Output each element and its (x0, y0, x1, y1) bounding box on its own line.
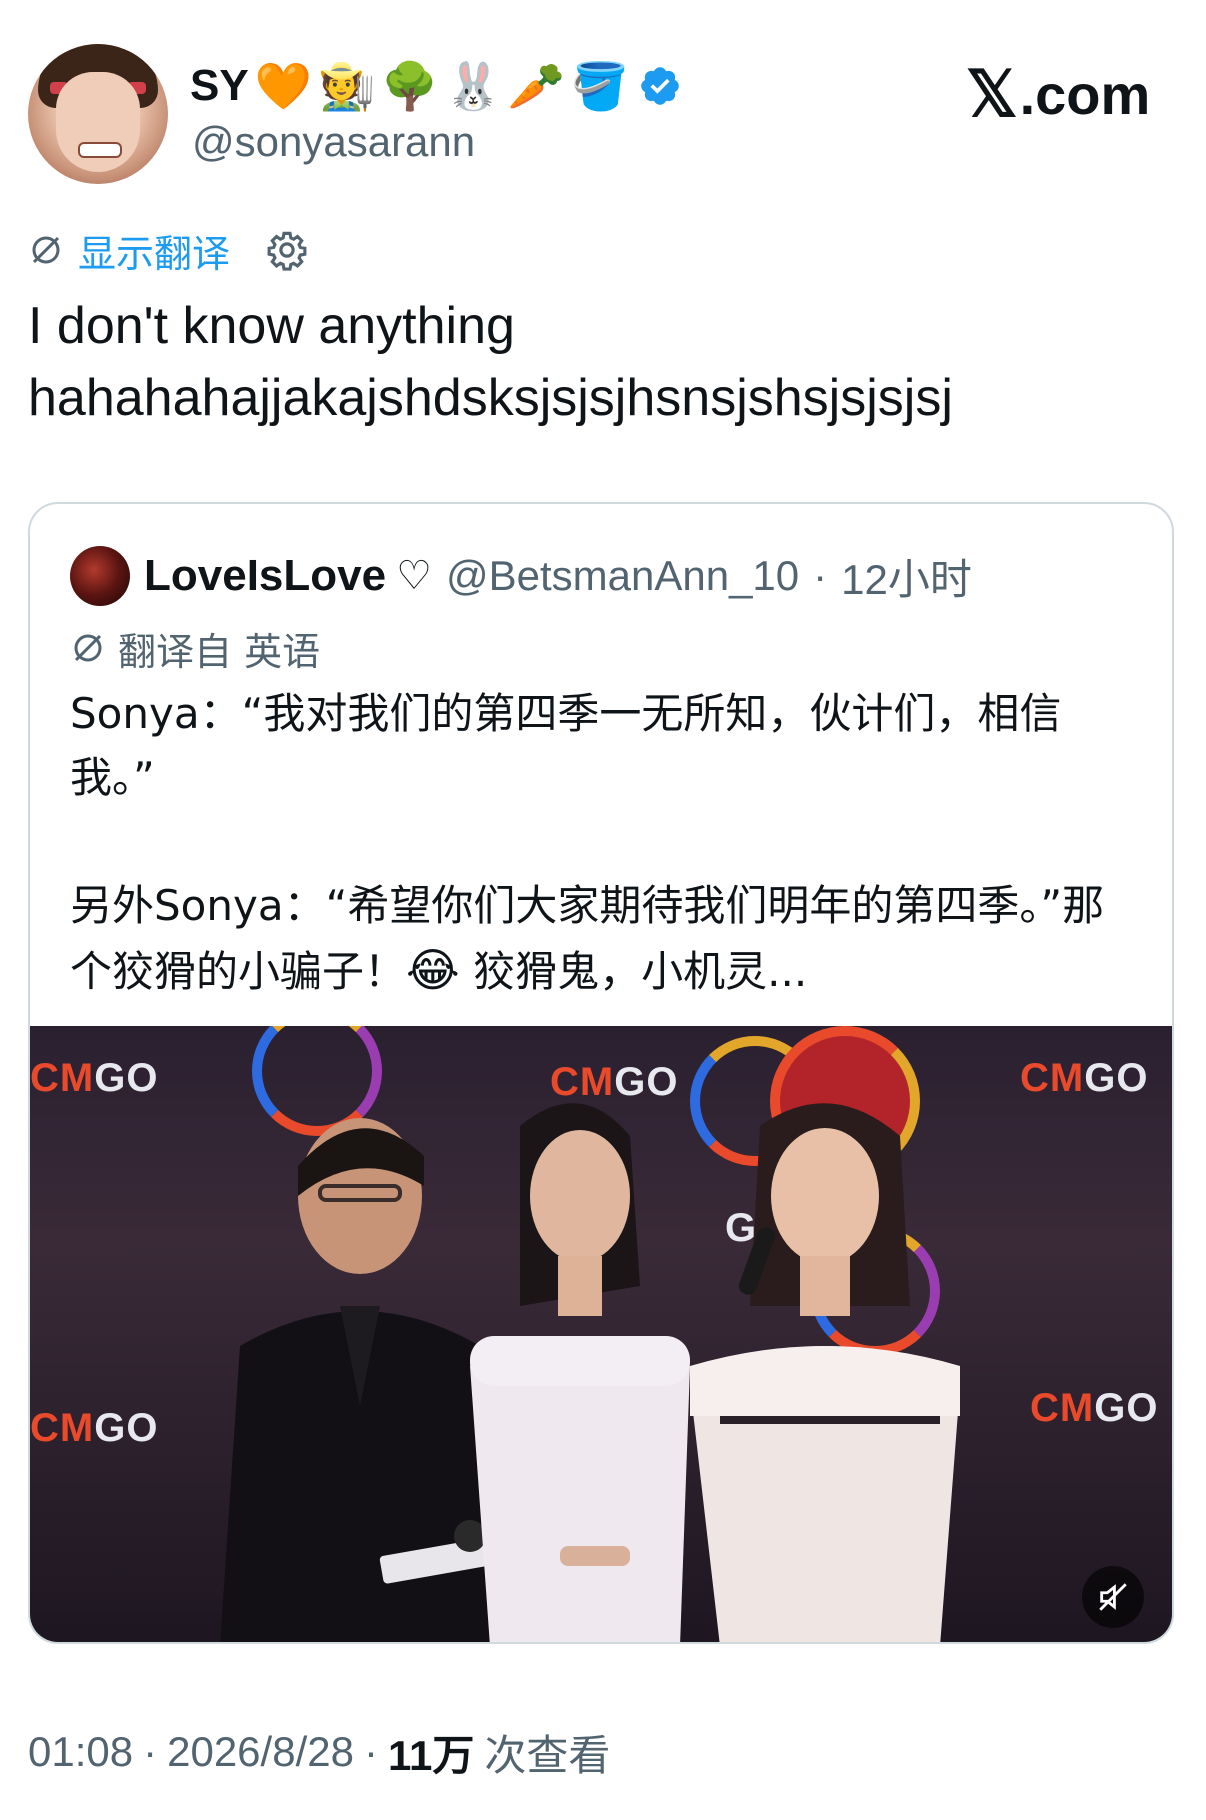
tweet-text: I don't know anything hahahahajjakajshds… (28, 297, 953, 427)
carrot-emoji: 🥕 (507, 60, 566, 112)
gear-icon[interactable] (266, 229, 308, 271)
separator-dot: · (363, 1728, 378, 1775)
author-handle[interactable]: @sonyasarann (192, 118, 475, 166)
tweet-time[interactable]: 01:08 (28, 1728, 133, 1776)
translated-from-label[interactable]: 翻译自 英语 (118, 621, 320, 676)
tweet-date[interactable]: 2026/8/28 (167, 1728, 354, 1776)
translate-icon (74, 634, 102, 662)
sponsor-logo: CMGO (30, 1406, 159, 1450)
site-domain: .com (1019, 62, 1151, 126)
separator-dot: · (813, 552, 828, 599)
quoted-author-handle[interactable]: @BetsmanAnn_10 (446, 552, 799, 600)
orange-heart-emoji: 🧡 (254, 60, 312, 112)
laughing-emoji: 😂 (406, 943, 460, 997)
avatar-mouth (78, 142, 122, 158)
quoted-tweet-time[interactable]: 12小时 (841, 546, 972, 607)
site-label: 𝕏 .com (966, 58, 1150, 130)
heart-icon: ♡ (396, 554, 432, 598)
quoted-paragraph-2-tail: 狡猾鬼，小机灵... (459, 947, 808, 996)
separator-dot: · (143, 1728, 158, 1775)
quoted-paragraph-1: Sonya：“我对我们的第四季一无所知，伙计们，相信我。” (70, 689, 1062, 802)
sponsor-logo: CMGO (1020, 1056, 1149, 1100)
woman-holding-microphone (690, 1103, 960, 1642)
farmer-emoji: 🧑‍🌾 (317, 60, 376, 112)
verified-badge-icon (641, 67, 680, 105)
quoted-author-avatar[interactable] (70, 546, 130, 606)
translate-row: 显示翻译 (28, 224, 308, 276)
quoted-author-name[interactable]: LoveIsLove (144, 551, 386, 601)
author-display-name[interactable]: SY 🧡 🧑‍🌾 🌳 🐰 🥕 🪣 (190, 56, 682, 116)
tweet-meta: 01:08 · 2026/8/28 · 11万 次查看 (28, 1722, 610, 1782)
mute-button[interactable] (1082, 1566, 1144, 1628)
quoted-paragraph-2: 另外Sonya：“希望你们大家期待我们明年的第四季。”那个狡猾的小骗子！😂 狡猾… (70, 874, 1130, 1004)
quoted-tweet-header: LoveIsLove ♡ @BetsmanAnn_10 · 12小时 (70, 544, 972, 608)
rabbit-emoji: 🐰 (444, 60, 502, 112)
muted-speaker-icon (1099, 1583, 1127, 1611)
bucket-emoji: 🪣 (571, 60, 629, 112)
author-avatar[interactable] (28, 44, 168, 184)
sponsor-logo: CMGO (1030, 1386, 1159, 1430)
author-name-text: SY (190, 61, 249, 110)
quoted-tweet-card[interactable]: LoveIsLove ♡ @BetsmanAnn_10 · 12小时 翻译自 英… (28, 502, 1174, 1644)
sponsor-logo: CMGO (30, 1056, 159, 1100)
view-count[interactable]: 11万 (388, 1722, 474, 1783)
view-count-label: 次查看 (484, 1730, 611, 1780)
show-translation-link[interactable]: 显示翻译 (78, 223, 230, 278)
tree-emoji: 🌳 (381, 60, 439, 112)
x-logo-icon: 𝕏 (966, 57, 1018, 130)
quoted-video[interactable]: CMGO CMGO CMGO GO CMGO CMGO (30, 1026, 1172, 1642)
quoted-tweet-text: Sonya：“我对我们的第四季一无所知，伙计们，相信我。” 另外Sonya：“希… (70, 682, 1130, 1004)
translate-icon (32, 236, 60, 264)
quoted-translate-row: 翻译自 英语 (70, 622, 320, 674)
